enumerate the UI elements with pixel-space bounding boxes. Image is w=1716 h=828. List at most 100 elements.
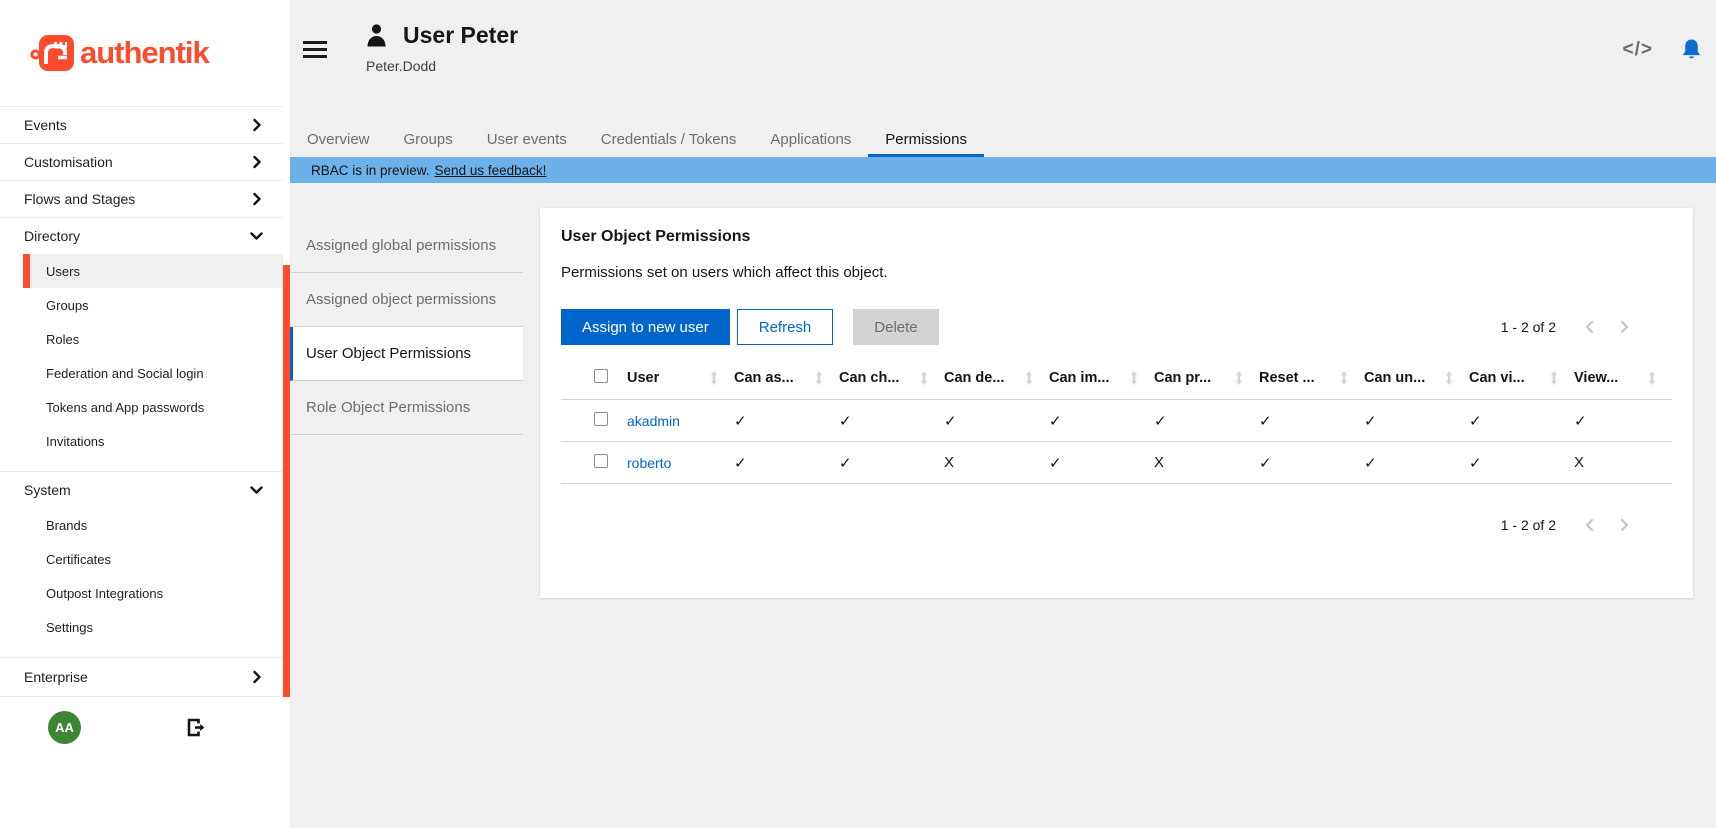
sidebar-item-label: Invitations	[46, 434, 105, 449]
sidebar-item-users[interactable]: Users	[23, 254, 283, 288]
refresh-button[interactable]: Refresh	[737, 309, 834, 345]
sort-icon[interactable]	[710, 371, 718, 385]
subnav-assigned-object-permissions[interactable]: Assigned object permissions	[290, 273, 523, 327]
sidebar-item-customisation[interactable]: Customisation	[0, 144, 283, 180]
user-detail-tabs: Overview Groups User events Credentials …	[290, 122, 1716, 157]
user-object-permissions-card: User Object Permissions Permissions set …	[540, 208, 1693, 598]
pagination-prev-button[interactable]	[1572, 514, 1607, 536]
column-header: Reset ...	[1259, 370, 1315, 386]
banner-text: RBAC is in preview.	[311, 163, 430, 178]
sidebar: authentik Events Customisation Flows and…	[0, 0, 290, 828]
pagination-next-button[interactable]	[1607, 316, 1642, 338]
table-toolbar: Assign to new user Refresh Delete 1 - 2 …	[561, 309, 1672, 345]
authentik-admin-app: { "colors": { "brand": "#fd4b2d", "prima…	[0, 0, 1716, 828]
api-code-icon[interactable]: </>	[1623, 39, 1653, 61]
sidebar-item-groups[interactable]: Groups	[0, 288, 283, 322]
row-checkbox[interactable]	[594, 454, 608, 468]
permission-mark: ✓	[1259, 400, 1364, 442]
sidebar-item-brands[interactable]: Brands	[0, 508, 283, 542]
sidebar-item-flows-and-stages[interactable]: Flows and Stages	[0, 181, 283, 217]
permission-mark: ✓	[1364, 400, 1469, 442]
user-icon	[366, 24, 387, 47]
pagination-next-button[interactable]	[1607, 514, 1642, 536]
sort-icon[interactable]	[1648, 371, 1656, 385]
sidebar-item-outpost-integrations[interactable]: Outpost Integrations	[0, 576, 283, 610]
permission-mark: ✓	[1259, 442, 1364, 484]
sidebar-item-label: System	[24, 482, 71, 498]
sidebar-item-system[interactable]: System	[0, 472, 283, 508]
sort-icon[interactable]	[1445, 371, 1453, 385]
row-checkbox[interactable]	[594, 412, 608, 426]
sort-icon[interactable]	[1025, 371, 1033, 385]
sidebar-item-enterprise[interactable]: Enterprise	[0, 658, 283, 696]
permission-mark: ✓	[1049, 442, 1154, 484]
sidebar-item-tokens[interactable]: Tokens and App passwords	[0, 390, 283, 424]
sort-icon[interactable]	[1130, 371, 1138, 385]
sidebar-item-settings[interactable]: Settings	[0, 610, 283, 644]
permission-mark: X	[1154, 442, 1259, 484]
sort-icon[interactable]	[815, 371, 823, 385]
sort-icon[interactable]	[1550, 371, 1558, 385]
subnav-user-object-permissions[interactable]: User Object Permissions	[290, 327, 523, 381]
permission-mark: ✓	[734, 442, 839, 484]
select-all-checkbox[interactable]	[594, 369, 608, 383]
sidebar-item-invitations[interactable]: Invitations	[0, 424, 283, 458]
sidebar-item-label: Federation and Social login	[46, 366, 204, 381]
sign-out-icon[interactable]	[187, 718, 206, 737]
permission-mark: ✓	[1049, 400, 1154, 442]
sidebar-item-federation[interactable]: Federation and Social login	[0, 356, 283, 390]
notification-bell-icon[interactable]	[1681, 38, 1702, 61]
page-header: User Peter Peter.Dodd </>	[290, 0, 1716, 122]
table-row: akadmin ✓ ✓ ✓ ✓ ✓ ✓ ✓ ✓ ✓	[561, 400, 1672, 442]
sort-icon[interactable]	[1340, 371, 1348, 385]
sidebar-item-label: Outpost Integrations	[46, 586, 163, 601]
column-header: View...	[1574, 370, 1618, 386]
tab-overview[interactable]: Overview	[290, 122, 387, 157]
column-header: Can un...	[1364, 370, 1425, 386]
sidebar-item-label: Events	[24, 117, 67, 133]
user-link[interactable]: roberto	[627, 455, 671, 471]
brand-name: authentik	[80, 35, 209, 71]
permission-mark: ✓	[1469, 400, 1574, 442]
sort-icon[interactable]	[920, 371, 928, 385]
permission-mark: ✓	[1574, 400, 1672, 442]
sidebar-item-label: Groups	[46, 298, 89, 313]
page-title: User Peter	[403, 22, 518, 49]
subnav-role-object-permissions[interactable]: Role Object Permissions	[290, 381, 523, 435]
tab-applications[interactable]: Applications	[753, 122, 868, 157]
column-header: Can as...	[734, 370, 794, 386]
chevron-right-icon	[251, 156, 263, 169]
sidebar-item-label: Flows and Stages	[24, 191, 135, 207]
sidebar-item-directory[interactable]: Directory	[0, 218, 283, 254]
column-header: User	[627, 370, 659, 386]
permissions-table: User Can as... Can ch... Can de... Can i…	[561, 369, 1672, 484]
pagination-top: 1 - 2 of 2	[1501, 316, 1672, 338]
tab-groups[interactable]: Groups	[387, 122, 470, 157]
sidebar-item-certificates[interactable]: Certificates	[0, 542, 283, 576]
feedback-link[interactable]: Send us feedback!	[435, 163, 547, 178]
column-header: Can de...	[944, 370, 1004, 386]
brand-logo[interactable]: authentik	[0, 0, 283, 106]
sidebar-item-label: Settings	[46, 620, 93, 635]
delete-button[interactable]: Delete	[853, 309, 938, 345]
sort-icon[interactable]	[1235, 371, 1243, 385]
sidebar-item-label: Certificates	[46, 552, 111, 567]
column-header: Can vi...	[1469, 370, 1525, 386]
assign-to-new-user-button[interactable]: Assign to new user	[561, 309, 730, 345]
chevron-right-icon	[251, 671, 263, 684]
sidebar-scrollbar[interactable]	[283, 265, 290, 697]
content-area: User Peter Peter.Dodd </> Overview Group…	[290, 0, 1716, 828]
pagination-prev-button[interactable]	[1572, 316, 1607, 338]
permissions-subnav: Assigned global permissions Assigned obj…	[290, 219, 523, 435]
subnav-assigned-global-permissions[interactable]: Assigned global permissions	[290, 219, 523, 273]
tab-permissions[interactable]: Permissions	[868, 122, 984, 157]
tab-credentials-tokens[interactable]: Credentials / Tokens	[584, 122, 754, 157]
tab-user-events[interactable]: User events	[470, 122, 584, 157]
avatar[interactable]: AA	[48, 711, 81, 744]
sidebar-item-label: Customisation	[24, 154, 113, 170]
user-link[interactable]: akadmin	[627, 413, 680, 429]
sidebar-toggle-button[interactable]	[303, 41, 327, 58]
sidebar-item-roles[interactable]: Roles	[0, 322, 283, 356]
card-description: Permissions set on users which affect th…	[561, 264, 1672, 281]
sidebar-item-events[interactable]: Events	[0, 107, 283, 143]
